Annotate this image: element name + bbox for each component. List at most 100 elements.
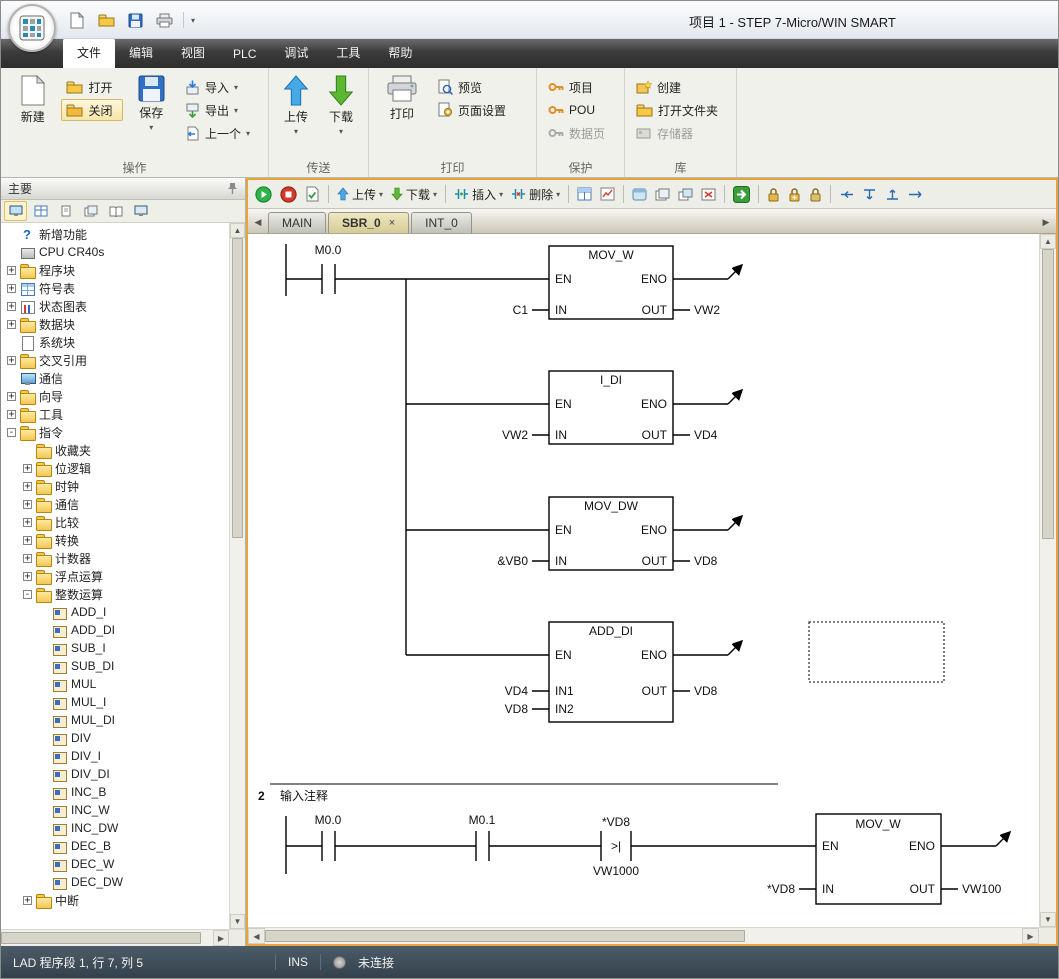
editor-horizontal-scrollbar[interactable]: ◀ ▶ — [248, 927, 1056, 944]
lock-edit-icon[interactable] — [806, 183, 825, 206]
tree-item[interactable]: +比较 — [1, 513, 229, 531]
tree-expander-icon[interactable]: + — [23, 554, 32, 563]
quick-save-button[interactable] — [123, 8, 147, 32]
scroll-up-arrow-icon[interactable]: ▲ — [230, 223, 245, 238]
tree-item[interactable]: DIV — [1, 729, 229, 747]
tree-item[interactable]: SUB_I — [1, 639, 229, 657]
qat-customize-arrow-icon[interactable]: ▾ — [191, 16, 195, 25]
menu-view[interactable]: 视图 — [167, 38, 219, 68]
tree-vscroll-thumb[interactable] — [232, 238, 243, 538]
tree-item[interactable]: 新增功能 — [1, 225, 229, 243]
tree-expander-icon[interactable]: + — [7, 392, 16, 401]
close-window-icon[interactable] — [698, 183, 719, 206]
tree-item[interactable]: INC_B — [1, 783, 229, 801]
stack-view-icon[interactable] — [79, 201, 102, 221]
editor-scroll-up-icon[interactable]: ▲ — [1040, 234, 1056, 249]
wire-across-icon[interactable] — [905, 183, 926, 206]
symbol-table-icon[interactable] — [574, 183, 595, 206]
tree-item[interactable]: +转换 — [1, 531, 229, 549]
library-create-button[interactable]: 创建 — [631, 76, 723, 98]
tree-expander-icon[interactable]: + — [7, 284, 16, 293]
new-window-icon[interactable] — [652, 183, 673, 206]
save-dropdown-arrow-icon[interactable]: ▾ — [149, 123, 153, 132]
menu-plc[interactable]: PLC — [219, 41, 270, 68]
block-add-di[interactable]: ADD_DI EN ENO IN1 VD4 IN2 VD8 OUT — [505, 622, 718, 722]
tree-item[interactable]: ADD_DI — [1, 621, 229, 639]
import-button[interactable]: 导入 ▾ — [180, 76, 262, 98]
tree-expander-icon[interactable]: + — [23, 500, 32, 509]
wire-up-icon[interactable] — [882, 183, 903, 206]
editor-scroll-left-icon[interactable]: ◀ — [248, 928, 265, 944]
tree-expander-icon[interactable]: - — [23, 590, 32, 599]
new-button[interactable]: 新建 — [7, 71, 58, 160]
tree-expander-icon[interactable]: + — [7, 410, 16, 419]
upload-button[interactable]: 上传 ▾ — [275, 71, 317, 160]
tree-item[interactable]: +符号表 — [1, 279, 229, 297]
tree-item[interactable]: +程序块 — [1, 261, 229, 279]
cascade-windows-icon[interactable] — [675, 183, 696, 206]
monitor-view-icon[interactable] — [129, 201, 152, 221]
download-toolbar-button[interactable]: 下载 ▾ — [388, 183, 440, 206]
stop-button[interactable] — [277, 183, 300, 206]
save-button[interactable]: 保存 ▾ — [126, 71, 177, 160]
tree-item[interactable]: 通信 — [1, 369, 229, 387]
protect-pou-button[interactable]: POU — [543, 99, 610, 121]
library-open-folder-button[interactable]: 打开文件夹 — [631, 99, 723, 121]
tree-item[interactable]: SUB_DI — [1, 657, 229, 675]
editor-scroll-right-icon[interactable]: ▶ — [1022, 928, 1039, 944]
menu-tools[interactable]: 工具 — [322, 38, 374, 68]
book-view-icon[interactable] — [104, 201, 127, 221]
library-memory-button[interactable]: 存储器 — [631, 122, 723, 144]
editor-scroll-down-icon[interactable]: ▼ — [1040, 912, 1056, 927]
tree-item[interactable]: +通信 — [1, 495, 229, 513]
previous-button[interactable]: 上一个 ▾ — [180, 122, 262, 144]
tree-item[interactable]: MUL_I — [1, 693, 229, 711]
scroll-down-arrow-icon[interactable]: ▼ — [230, 914, 245, 929]
tab-sbr0[interactable]: SBR_0 × — [328, 212, 409, 233]
selection-box[interactable] — [809, 622, 944, 682]
editor-vertical-scrollbar[interactable]: ▲ ▼ — [1039, 234, 1056, 927]
tab-main[interactable]: MAIN — [268, 212, 326, 233]
editor-hscroll-thumb[interactable] — [265, 930, 745, 942]
tree-item[interactable]: +时钟 — [1, 477, 229, 495]
tree-item[interactable]: DEC_DW — [1, 873, 229, 891]
tree-expander-icon[interactable]: + — [23, 536, 32, 545]
download-dropdown-arrow-icon[interactable]: ▾ — [339, 127, 343, 136]
quick-open-button[interactable] — [94, 8, 118, 32]
network-2-header[interactable]: 2 输入注释 — [258, 784, 778, 803]
lock-add-icon[interactable] — [785, 183, 804, 206]
tree-item[interactable]: DEC_B — [1, 837, 229, 855]
block-mov-dw[interactable]: MOV_DW EN ENO IN OUT &VB0 VD8 — [497, 497, 717, 570]
app-logo-icon[interactable] — [8, 4, 56, 52]
tree-expander-icon[interactable]: + — [23, 518, 32, 527]
tree-item[interactable]: MUL — [1, 675, 229, 693]
tab-int0[interactable]: INT_0 — [411, 212, 472, 233]
scroll-right-arrow-icon[interactable]: ▶ — [213, 930, 229, 946]
quick-new-button[interactable] — [65, 8, 89, 32]
window-icon[interactable] — [629, 183, 650, 206]
tab-scroll-right-icon[interactable]: ▶ — [1038, 212, 1054, 233]
tree-expander-icon[interactable]: + — [23, 464, 32, 473]
block-mov-w-net2[interactable]: MOV_W EN ENO IN OUT *VD8 VW100 — [767, 814, 1002, 904]
pin-icon[interactable] — [227, 182, 238, 195]
compile-button[interactable] — [302, 183, 323, 206]
tree-hscroll-thumb[interactable] — [1, 932, 201, 944]
tree-item[interactable]: DEC_W — [1, 855, 229, 873]
tree-item[interactable]: +状态图表 — [1, 297, 229, 315]
lock-icon[interactable] — [764, 183, 783, 206]
menu-edit[interactable]: 编辑 — [115, 38, 167, 68]
ladder-canvas[interactable]: M0.0 MOV_W EN — [248, 234, 1039, 927]
tree-item[interactable]: CPU CR40s — [1, 243, 229, 261]
tab-scroll-left-icon[interactable]: ◀ — [250, 212, 266, 233]
tree-item[interactable]: +中断 — [1, 891, 229, 909]
protect-data-page-button[interactable]: 数据页 — [543, 122, 610, 144]
tab-close-icon[interactable]: × — [389, 217, 395, 229]
open-button[interactable]: 打开 — [61, 76, 122, 98]
tree-item[interactable]: +位逻辑 — [1, 459, 229, 477]
tree-horizontal-scrollbar[interactable]: ▶ — [1, 929, 245, 946]
tree-expander-icon[interactable]: + — [23, 896, 32, 905]
block-i-di[interactable]: I_DI EN ENO IN OUT VW2 VD4 — [502, 371, 718, 444]
page-view-icon[interactable] — [54, 201, 77, 221]
tree-item[interactable]: +数据块 — [1, 315, 229, 333]
upload-toolbar-button[interactable]: 上传 ▾ — [334, 183, 386, 206]
